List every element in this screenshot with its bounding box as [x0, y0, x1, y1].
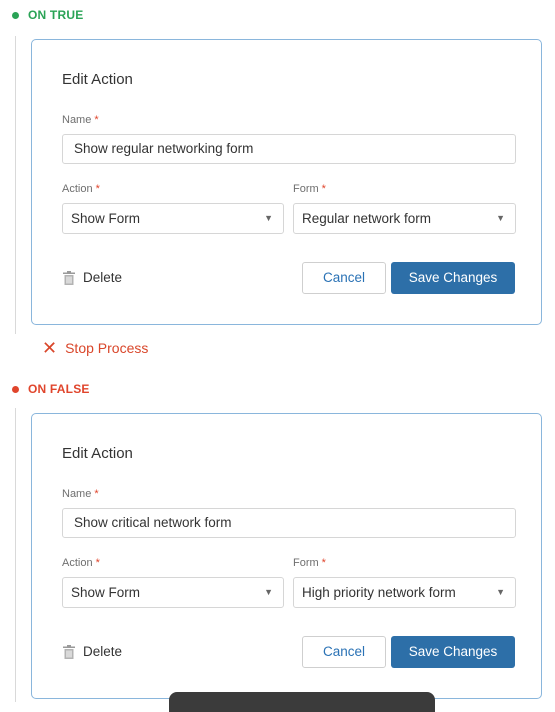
name-input[interactable]: Show critical network form	[62, 508, 516, 538]
bottom-toolbar-edge	[169, 692, 435, 712]
on-false-heading: ON FALSE	[12, 382, 90, 396]
trash-icon	[63, 644, 75, 659]
on-true-label: ON TRUE	[28, 8, 84, 22]
name-label: Name *	[62, 488, 99, 500]
cancel-button[interactable]: Cancel	[302, 262, 386, 294]
cancel-button[interactable]: Cancel	[302, 636, 386, 668]
status-dot-icon	[12, 11, 19, 19]
action-select[interactable]: Show Form ▼	[62, 577, 284, 608]
edit-action-card-false: Edit Action Name * Show critical network …	[31, 413, 542, 699]
chevron-down-icon: ▼	[264, 213, 273, 223]
save-changes-button[interactable]: Save Changes	[391, 636, 515, 668]
edit-action-card-true: Edit Action Name * Show regular networkin…	[31, 39, 542, 325]
delete-label: Delete	[83, 644, 123, 659]
form-label: Form *	[293, 557, 326, 569]
close-icon: ✕	[42, 338, 58, 358]
stop-process-label: Stop Process	[65, 340, 149, 356]
branch-rail	[15, 408, 16, 702]
form-select[interactable]: High priority network form ▼	[293, 577, 516, 608]
delete-button[interactable]: Delete	[63, 270, 122, 285]
action-select[interactable]: Show Form ▼	[62, 203, 284, 234]
form-select[interactable]: Regular network form ▼	[293, 203, 516, 234]
action-label: Action *	[62, 183, 100, 195]
save-changes-button[interactable]: Save Changes	[391, 262, 515, 294]
form-label: Form *	[293, 183, 326, 195]
card-title: Edit Action	[62, 445, 133, 462]
chevron-down-icon: ▼	[264, 587, 273, 597]
delete-button[interactable]: Delete	[63, 644, 122, 659]
on-false-label: ON FALSE	[28, 382, 90, 396]
card-title: Edit Action	[62, 71, 133, 88]
trash-icon	[63, 270, 75, 285]
branch-rail	[15, 36, 16, 334]
chevron-down-icon: ▼	[496, 213, 505, 223]
on-true-heading: ON TRUE	[12, 8, 83, 22]
name-input[interactable]: Show regular networking form	[62, 134, 516, 164]
stop-process-button[interactable]: ✕ Stop Process	[42, 339, 148, 357]
status-dot-icon	[12, 385, 19, 393]
action-label: Action *	[62, 557, 100, 569]
delete-label: Delete	[83, 270, 123, 285]
name-label: Name *	[62, 114, 99, 126]
chevron-down-icon: ▼	[496, 587, 505, 597]
